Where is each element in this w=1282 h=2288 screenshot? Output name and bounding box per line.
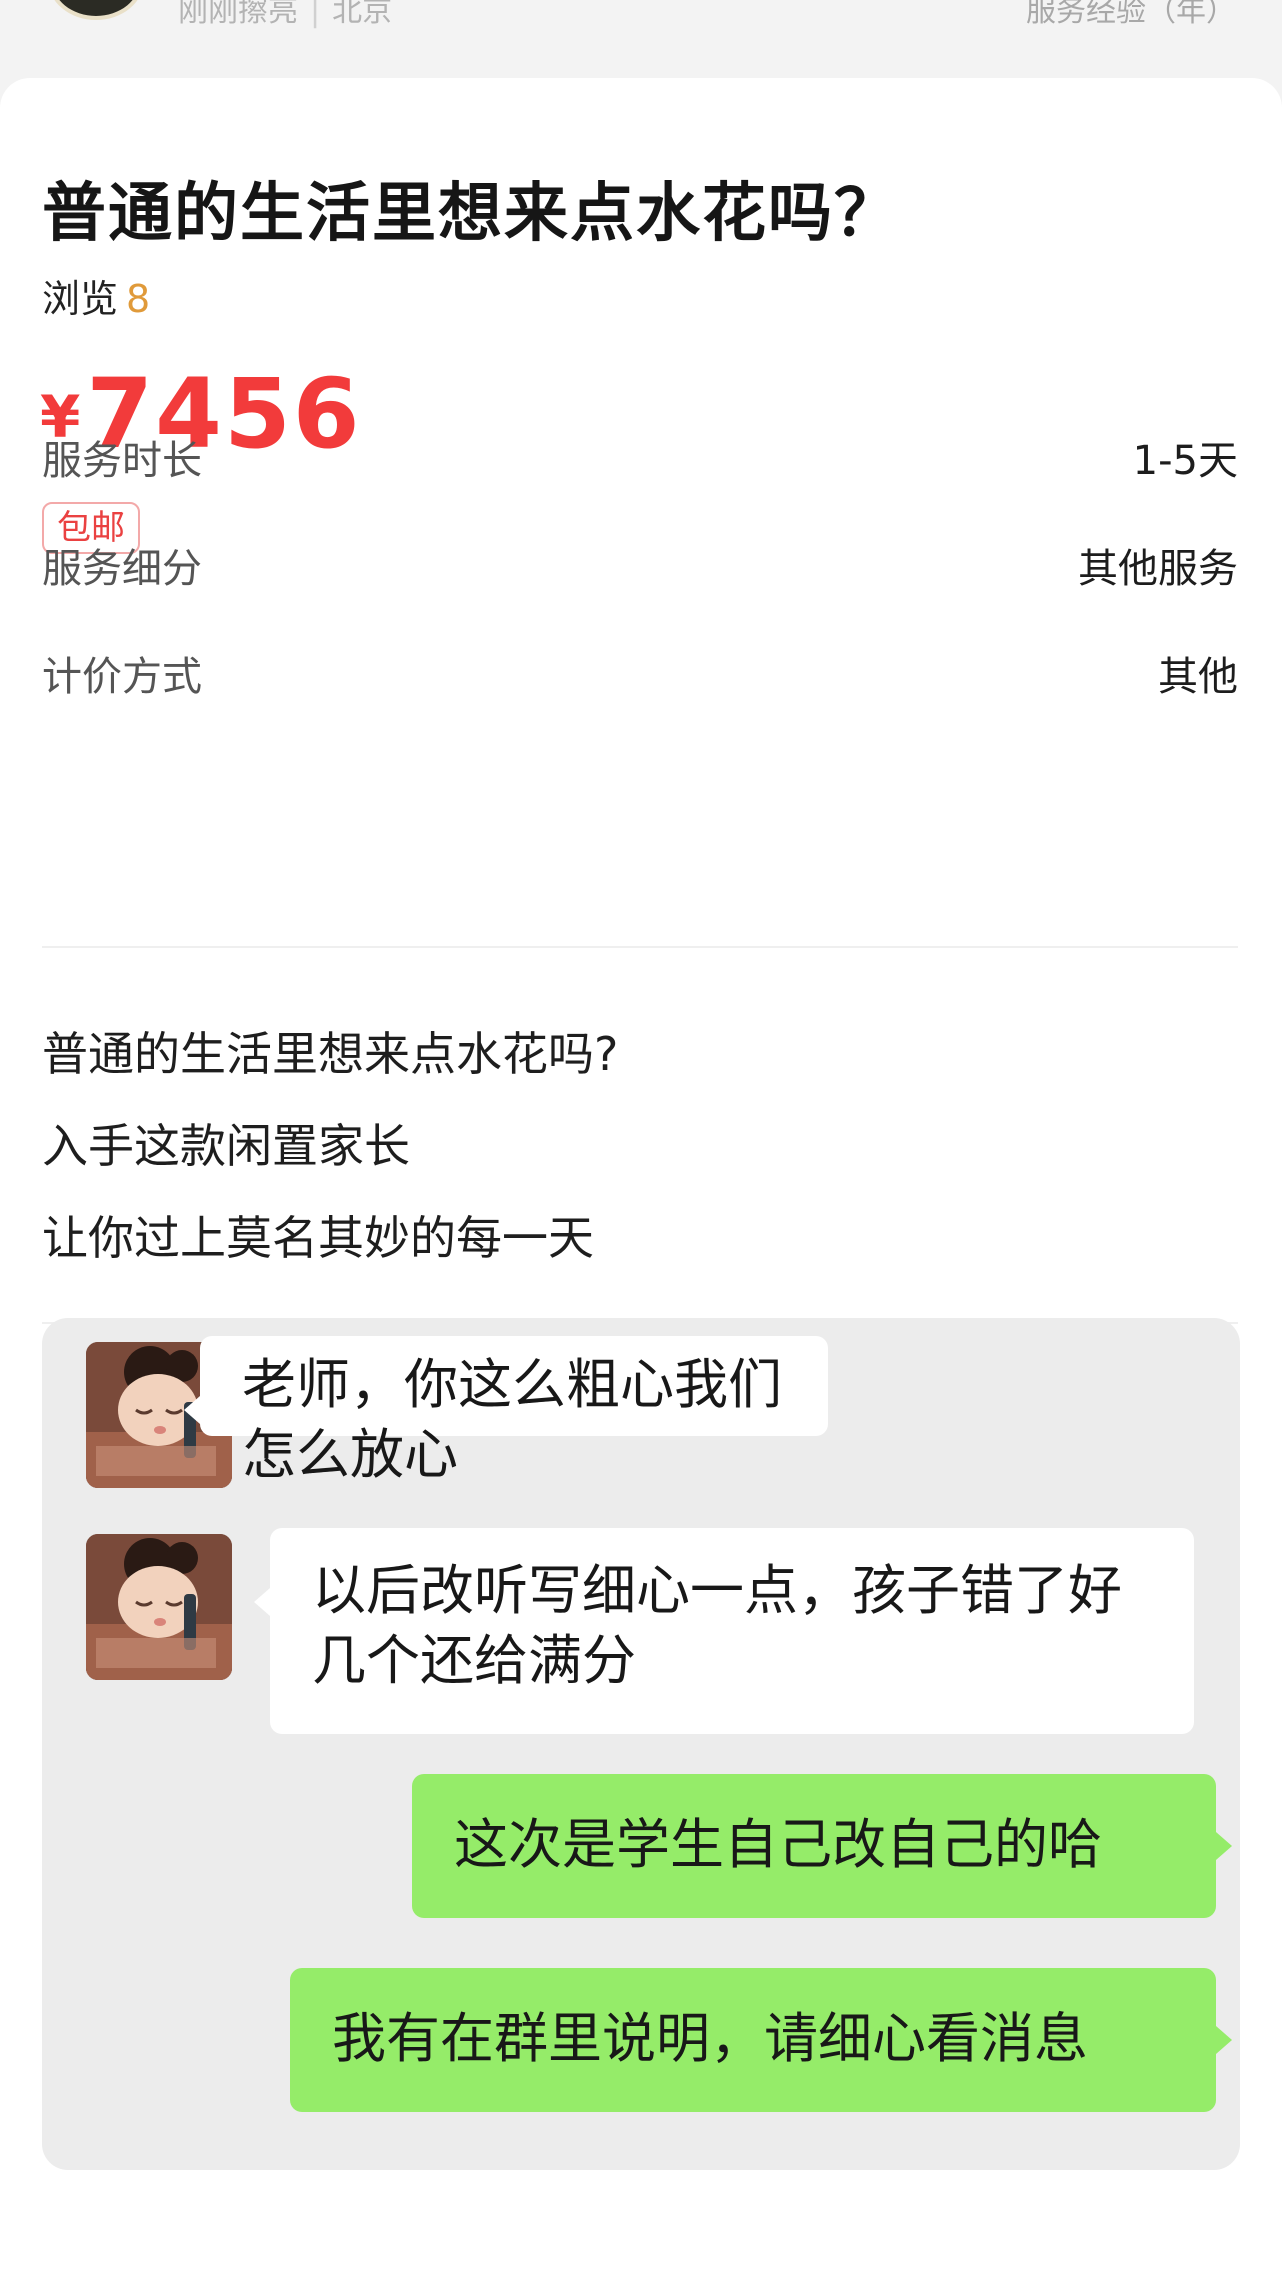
- attribute-value: 1-5天: [1132, 438, 1238, 484]
- seller-strip: 刚刚擦亮 | 北京 服务经验（年）: [0, 0, 1282, 78]
- chat-bubble-incoming: 老师，你这么粗心我们怎么放心: [184, 1336, 828, 1486]
- chat-bubble-outgoing: 我有在群里说明，请细心看消息: [290, 1968, 1232, 2112]
- service-experience-label: 服务经验（年）: [1026, 0, 1236, 29]
- attribute-key: 计价方式: [42, 654, 202, 700]
- chat-bubble-outgoing: 这次是学生自己改自己的哈: [412, 1774, 1232, 1918]
- divider-line: [42, 946, 1238, 948]
- description-line: 普通的生活里想来点水花吗?: [42, 1027, 619, 1081]
- baby-portrait-icon: [86, 1534, 232, 1680]
- description-line: 让你过上莫名其妙的每一天: [42, 1211, 594, 1265]
- views-label: 浏览: [42, 277, 119, 321]
- contact-avatar: [86, 1534, 232, 1680]
- chat-bubble-incoming: 以后改听写细心一点，孩子错了好几个还给满分: [254, 1528, 1194, 1734]
- attribute-row-pricing: 计价方式 其他: [42, 644, 1238, 704]
- seller-status: 刚刚擦亮: [178, 0, 298, 29]
- attribute-value: 其他服务: [1078, 546, 1238, 592]
- attribute-row-category: 服务细分 其他服务: [42, 536, 1238, 596]
- attribute-key: 服务细分: [42, 546, 202, 592]
- chat-screenshot: 老师，你这么粗心我们怎么放心 以后改听写细心一点，孩子错了好几个还给满分 这次是…: [42, 1318, 1240, 2170]
- attribute-value: 其他: [1158, 654, 1238, 700]
- meta-divider: |: [310, 0, 321, 29]
- seller-location: 北京: [332, 0, 393, 29]
- listing-page: 刚刚擦亮 | 北京 服务经验（年） 普通的生活里想来点水花吗？ 浏览 8 ¥7456 …: [0, 0, 1282, 2288]
- seller-meta: 刚刚擦亮 | 北京: [178, 0, 392, 30]
- listing-title: 普通的生活里想来点水花吗？: [42, 177, 900, 251]
- views-count: 8: [126, 277, 151, 321]
- attribute-key: 服务时长: [42, 438, 202, 484]
- seller-avatar[interactable]: [48, 0, 144, 20]
- attribute-row-duration: 服务时长 1-5天: [42, 428, 1238, 488]
- description-line: 入手这款闲置家长: [42, 1119, 410, 1173]
- views-counter: 浏览 8: [42, 268, 150, 323]
